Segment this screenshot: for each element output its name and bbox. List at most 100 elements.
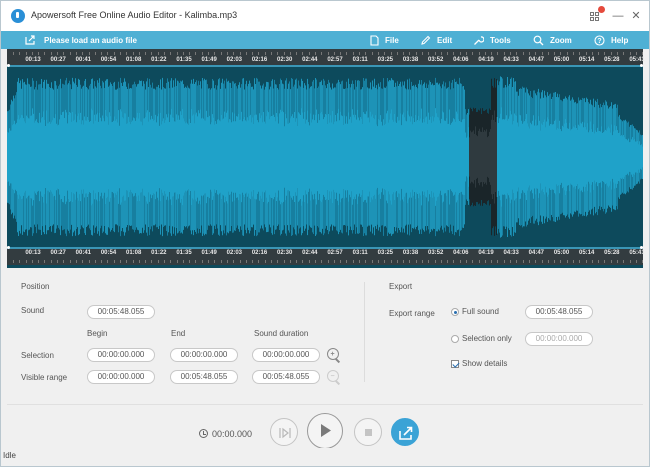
timeline-tick: 00:41 [75, 250, 92, 256]
timeline-tick: 01:49 [201, 57, 217, 63]
show-details-checkbox[interactable] [451, 360, 459, 368]
menu-tools[interactable]: Tools [473, 34, 511, 46]
timeline-ruler-top[interactable]: 00:13 00:27 00:41 00:54 01:08 01:22 01:35 01:49… [7, 49, 645, 67]
visible-begin-field[interactable]: 00:00:00.000 [87, 370, 155, 384]
timeline-tick: 04:47 [528, 57, 545, 63]
range-handle[interactable] [7, 246, 10, 249]
menu-file[interactable]: File [370, 34, 399, 46]
ruler-minor-tick [189, 260, 191, 263]
visible-duration-field[interactable]: 00:05:48.055 [252, 370, 320, 384]
timeline-tick: 01:35 [176, 250, 192, 256]
timeline-tick: 02:30 [276, 250, 293, 256]
ruler-minor-tick [189, 52, 191, 55]
ruler-minor-tick [157, 260, 159, 263]
file-icon [370, 34, 379, 46]
ruler-minor-tick [585, 52, 587, 55]
ruler-minor-tick [170, 52, 172, 55]
timeline-tick: 04:19 [478, 57, 494, 63]
stop-icon [365, 429, 372, 436]
col-begin-label: Begin [87, 329, 108, 338]
timeline-tick: 05:14 [578, 57, 595, 63]
zoom-in-icon[interactable]: + [327, 348, 339, 360]
ruler-minor-tick [132, 260, 134, 263]
waveform-area[interactable]: 00:13 00:27 00:41 00:54 01:08 01:22 01:35 01:49… [7, 49, 645, 268]
ruler-minor-tick [610, 52, 612, 55]
timeline-tick: 00:41 [75, 57, 92, 63]
timeline-ruler-bottom[interactable]: 00:13 00:27 00:41 00:54 01:08 01:22 01:35 01:49… [7, 246, 645, 265]
ruler-minor-tick [233, 52, 235, 55]
ruler-minor-tick [296, 260, 298, 263]
visible-end-field[interactable]: 00:05:48.055 [170, 370, 238, 384]
timeline-tick: 01:22 [151, 250, 167, 256]
ruler-minor-tick [164, 52, 165, 55]
full-sound-radio[interactable] [451, 308, 459, 316]
selection-only-label[interactable]: Selection only [462, 334, 512, 343]
ruler-minor-tick [13, 260, 14, 263]
selection-begin-field[interactable]: 00:00:00.000 [87, 348, 155, 362]
ruler-minor-tick [88, 52, 90, 55]
menu-edit-label: Edit [437, 35, 453, 45]
timeline-tick: 05:14 [578, 250, 595, 256]
load-audio-button[interactable]: Please load an audio file [25, 34, 137, 46]
minimize-button[interactable]: — [611, 9, 625, 23]
wrench-icon [474, 35, 484, 45]
apps-grid-icon[interactable] [589, 6, 605, 23]
menu-help[interactable]: ? Help [594, 34, 628, 46]
zoom-out-icon[interactable]: − [327, 370, 339, 382]
ruler-minor-tick [579, 52, 581, 55]
timeline-tick: 01:08 [125, 250, 142, 256]
ruler-minor-tick [270, 260, 272, 263]
close-button[interactable]: ✕ [629, 9, 643, 23]
menu-zoom[interactable]: Zoom [533, 34, 572, 46]
timeline-tick: 03:38 [402, 57, 419, 63]
ruler-minor-tick [541, 52, 543, 55]
waveform-canvas[interactable] [7, 67, 643, 247]
export-button[interactable] [391, 418, 419, 446]
selection-only-radio[interactable] [451, 335, 459, 343]
show-details-label[interactable]: Show details [462, 359, 507, 368]
ruler-minor-tick [598, 260, 600, 263]
ruler-minor-tick [377, 52, 379, 55]
ruler-minor-tick [642, 52, 644, 55]
skip-selection-button[interactable] [270, 418, 298, 446]
ruler-minor-tick [466, 260, 467, 263]
ruler-minor-tick [233, 260, 235, 263]
ruler-minor-tick [478, 260, 480, 263]
status-text: Idle [3, 451, 16, 460]
menu-tools-label: Tools [490, 35, 511, 45]
ruler-minor-tick [554, 260, 556, 263]
status-bar: Idle [1, 448, 649, 466]
ruler-minor-tick [503, 260, 505, 263]
ruler-minor-tick [195, 260, 197, 263]
selection-duration-field[interactable]: 00:00:00.000 [252, 348, 320, 362]
stop-button[interactable] [354, 418, 382, 446]
full-sound-field[interactable]: 00:05:48.055 [525, 305, 593, 319]
ruler-minor-tick [617, 260, 618, 263]
ruler-minor-tick [245, 260, 247, 263]
ruler-minor-tick [132, 52, 134, 55]
full-sound-label[interactable]: Full sound [462, 307, 499, 316]
timeline-tick: 02:03 [226, 57, 243, 63]
ruler-minor-tick [50, 260, 52, 263]
ruler-minor-tick [629, 52, 631, 55]
selection-only-field[interactable]: 00:00:00.000 [525, 332, 593, 346]
timeline-tick: 03:11 [352, 57, 368, 63]
ruler-minor-tick [264, 52, 266, 55]
ruler-minor-tick [126, 260, 128, 263]
play-button[interactable] [307, 413, 343, 449]
app-window: Apowersoft Free Online Audio Editor - Ka… [0, 0, 650, 467]
ruler-minor-tick [585, 260, 587, 263]
ruler-minor-tick [591, 260, 593, 263]
ruler-minor-tick [164, 260, 165, 263]
ruler-minor-tick [195, 52, 197, 55]
ruler-minor-tick [75, 52, 77, 55]
menu-edit[interactable]: Edit [420, 34, 452, 46]
selection-end-field[interactable]: 00:00:00.000 [170, 348, 238, 362]
ruler-minor-tick [176, 52, 178, 55]
range-handle[interactable] [640, 246, 643, 249]
sound-duration-field[interactable]: 00:05:48.055 [87, 305, 155, 319]
ruler-minor-tick [170, 260, 172, 263]
ruler-minor-tick [119, 52, 121, 55]
ruler-minor-tick [554, 52, 556, 55]
ruler-minor-tick [101, 260, 103, 263]
